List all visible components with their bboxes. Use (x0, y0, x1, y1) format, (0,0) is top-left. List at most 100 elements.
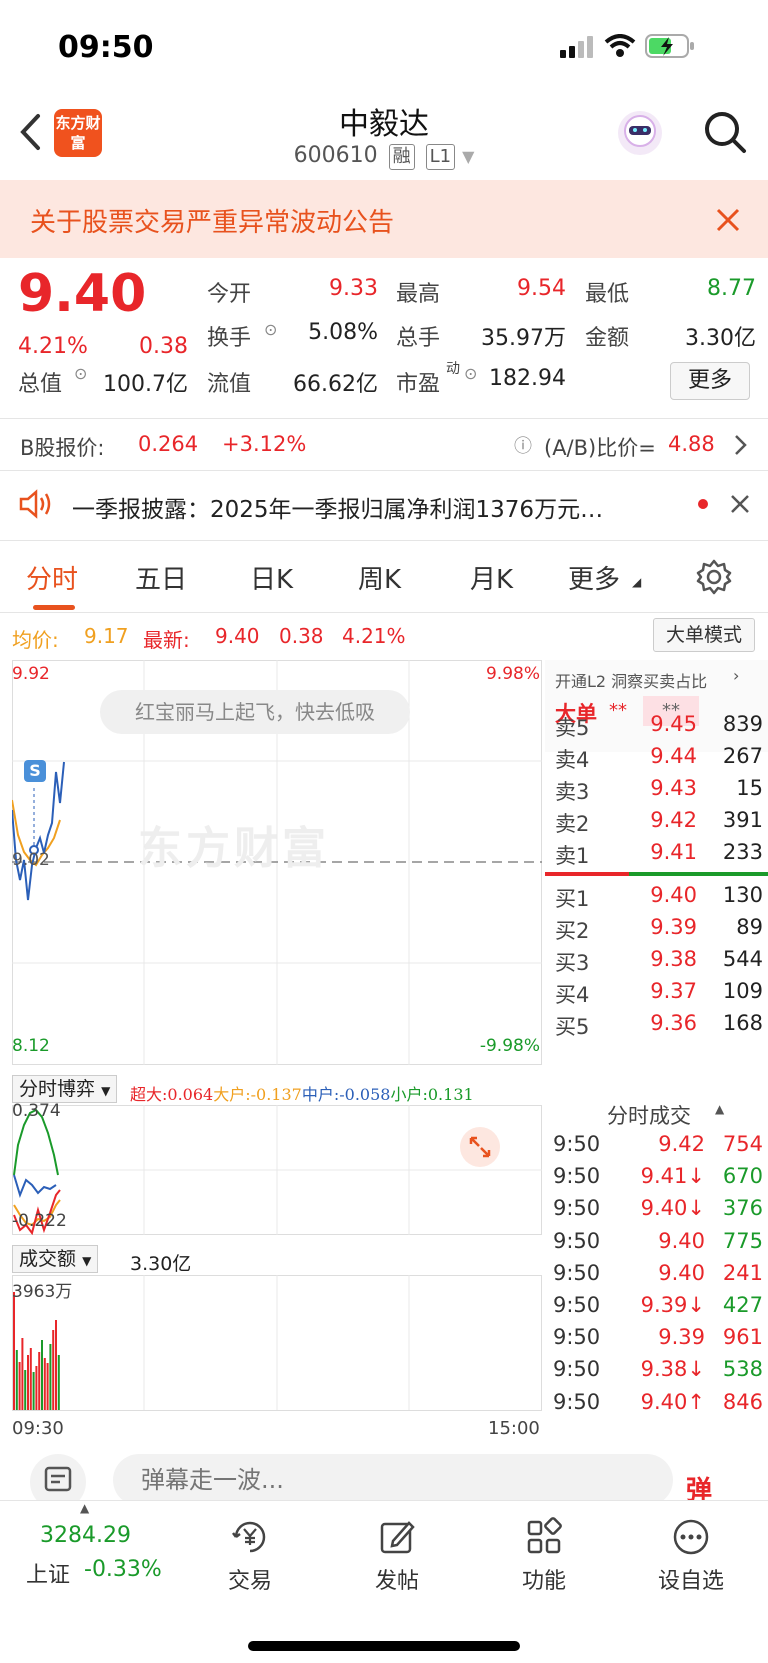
search-icon[interactable] (702, 109, 748, 155)
buy-level-price: 9.40 (650, 883, 697, 907)
tab-monthly-k[interactable]: 月K (470, 559, 513, 596)
close-icon[interactable] (730, 494, 750, 514)
buy-row[interactable]: 买5 9.36 168 (545, 1011, 768, 1043)
tick-list[interactable]: 分时成交 ▲ 9:50 9.42 754 9:50 9.41↓ 670 9:50 9.40↓ 3… (545, 1100, 768, 1440)
robot-avatar-icon[interactable] (614, 107, 666, 159)
buy-level-price: 9.38 (650, 947, 697, 971)
nav-trade[interactable]: 交易 (195, 1517, 305, 1595)
big-order-mode-button[interactable]: 大单模式 (653, 618, 755, 652)
volume-bar (15, 1350, 18, 1410)
volume-label: 总手 (396, 326, 441, 351)
volume-bar (43, 1358, 46, 1410)
nav-add-watchlist-label: 设自选 (657, 1569, 724, 1594)
intraday-chart[interactable]: S 9.92 9.98% 9.02 8.12 -9.98% 红宝丽马上起飞，快去… (12, 660, 542, 1065)
game-dropdown[interactable]: 分时博弈 ▼ (12, 1075, 118, 1103)
sell-marker[interactable]: S (24, 760, 46, 782)
sell-level-price: 9.42 (650, 808, 697, 832)
info-icon[interactable]: ⊙ (264, 320, 277, 339)
tick-volume: 775 (722, 1228, 763, 1253)
sell-row[interactable]: 卖4 9.44 267 (545, 744, 768, 776)
period-tabs: 分时 五日 日K 周K 月K 更多 ◢ (0, 545, 768, 613)
sell-level-price: 9.41 (650, 840, 697, 864)
buy-row[interactable]: 买4 9.37 109 (545, 979, 768, 1011)
tab-daily-k[interactable]: 日K (250, 559, 293, 596)
sell-level-volume: 15 (736, 776, 763, 800)
tick-row: 9:50 9.41↓ 670 (545, 1164, 768, 1196)
low-value: 8.77 (707, 276, 756, 301)
nav-functions[interactable]: 功能 (489, 1517, 599, 1595)
notice-banner[interactable]: 关于股票交易严重异常波动公告 (0, 180, 768, 258)
nav-add-watchlist[interactable]: 设自选 (636, 1517, 746, 1595)
b-share-row[interactable]: B股报价: 0.264 +3.12% ⓘ (A/B)比价= 4.88 (0, 418, 768, 470)
pe-label: 市盈 (396, 372, 441, 397)
help-icon[interactable]: ⓘ (514, 432, 532, 458)
high-value: 9.54 (517, 276, 566, 301)
report-row[interactable]: 一季报披露：2025年一季报归属净利润1376万元… (0, 470, 768, 540)
sell-level-label: 卖2 (555, 812, 590, 836)
tick-volume: 846 (722, 1389, 763, 1414)
trade-icon (232, 1521, 266, 1553)
tick-row: 9:50 9.39↓ 427 (545, 1293, 768, 1325)
nav-post[interactable]: 发帖 (342, 1517, 452, 1595)
grid-icon (527, 1517, 562, 1554)
nav-trade-label: 交易 (227, 1569, 272, 1594)
open-label: 今开 (207, 282, 252, 307)
index-change: -0.33% (84, 1557, 162, 1582)
sell-row[interactable]: 卖5 9.45 839 (545, 712, 768, 744)
volume-bar (46, 1363, 49, 1410)
tick-price: 9.39 (658, 1325, 705, 1350)
close-icon[interactable] (716, 208, 740, 232)
high-label: 最高 (396, 282, 441, 307)
nav-bar: 东方财富 中毅达 600610 融 L1 ▼ (0, 95, 768, 180)
buy-row[interactable]: 买3 9.38 544 (545, 947, 768, 979)
y-mid-label: 9.02 (12, 850, 50, 870)
tick-time: 9:50 (553, 1357, 601, 1382)
index-ticker[interactable]: ▲ 3284.29 上证 -0.33% (0, 1501, 190, 1611)
tick-time: 9:50 (553, 1293, 601, 1317)
big-value: -0.137 (250, 1085, 302, 1104)
level-tag: L1 (425, 144, 456, 170)
volume-bar (24, 1370, 27, 1410)
super-label: 超大: (130, 1085, 168, 1104)
more-button[interactable]: 更多 (670, 362, 750, 400)
game-chart[interactable]: 0.374 -0.222 (12, 1101, 542, 1235)
promo-bubble[interactable]: 红宝丽马上起飞，快去低吸 (100, 690, 410, 734)
big-label: 大户: (213, 1085, 251, 1104)
buy-row[interactable]: 买2 9.39 89 (545, 915, 768, 947)
book-divider (545, 872, 768, 876)
y-bottom-pct-label: -9.98% (479, 1036, 540, 1056)
volume-chart[interactable]: 3963万 (12, 1275, 542, 1415)
unread-dot (698, 499, 708, 509)
volume-bar (55, 1320, 57, 1410)
tab-weekly-k[interactable]: 周K (358, 559, 401, 596)
volume-bar (21, 1338, 24, 1410)
tab-intraday[interactable]: 分时 (26, 559, 78, 596)
margin-tag: 融 (388, 144, 415, 170)
mid-label: 中户: (301, 1085, 340, 1104)
y-top-pct-label: 9.98% (485, 664, 540, 684)
game-dropdown-label: 分时博弈 (19, 1078, 96, 1100)
tick-row: 9:50 9.40 775 (545, 1229, 768, 1261)
buy-level-label: 买3 (555, 951, 590, 975)
buy-row[interactable]: 买1 9.40 130 (545, 883, 768, 915)
volume-dropdown-label: 成交额 (19, 1248, 77, 1270)
danmaku-input[interactable] (113, 1454, 673, 1506)
watermark: 东方财富 (138, 823, 330, 874)
sell-row[interactable]: 卖2 9.42 391 (545, 808, 768, 840)
sell-row[interactable]: 卖1 9.41 233 (545, 840, 768, 872)
buy-level-volume: 130 (722, 883, 763, 907)
tick-price: 9.40↓ (640, 1196, 705, 1221)
tick-time: 9:50 (553, 1325, 601, 1350)
volume-bar (57, 1355, 60, 1410)
info-icon[interactable]: ⊙ (74, 364, 87, 383)
sell-row[interactable]: 卖3 9.43 15 (545, 776, 768, 808)
volume-dropdown[interactable]: 成交额 ▼ (12, 1245, 99, 1273)
tab-five-day[interactable]: 五日 (135, 559, 187, 596)
tick-price: 9.39↓ (640, 1293, 705, 1317)
sell-level-price: 9.44 (650, 744, 697, 768)
gear-icon[interactable] (696, 559, 732, 595)
volume-bar (52, 1330, 55, 1410)
tab-more[interactable]: 更多 (568, 559, 620, 596)
chevron-down-icon: ▼ (101, 1084, 111, 1098)
expand-button[interactable] (460, 1127, 500, 1167)
